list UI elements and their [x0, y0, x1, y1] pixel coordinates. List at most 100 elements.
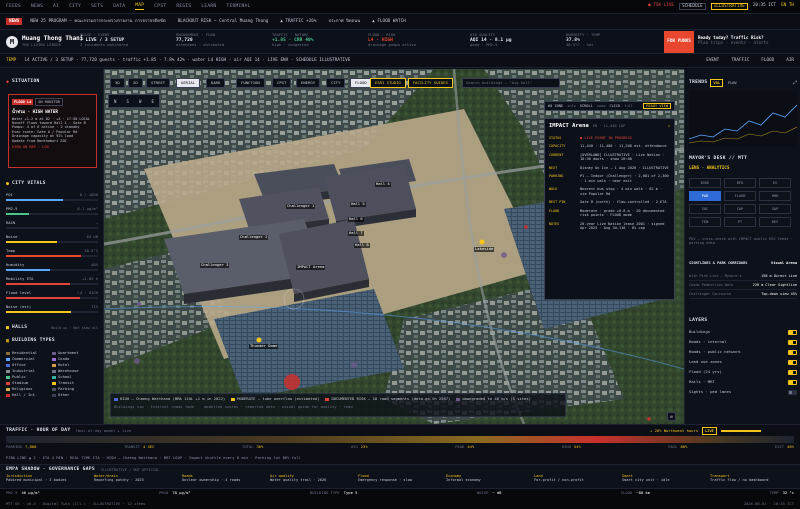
map-layer-function[interactable]: FUNCTION [236, 78, 265, 88]
layer-row[interactable]: Land use zones [689, 357, 797, 367]
trends-tag-flow[interactable]: FLOW [726, 80, 739, 86]
nav-item-city[interactable]: CITY [69, 4, 81, 10]
map-mode-dark[interactable]: DARK [206, 78, 226, 88]
hall-label-7[interactable]: Hall 7 [348, 230, 364, 236]
settings-icon[interactable]: ⚙ [667, 412, 676, 421]
map-layer-energy[interactable]: ENERGY [296, 78, 321, 88]
nav-item-news[interactable]: NEWS [31, 4, 43, 10]
legend-item[interactable]: MODERATE — tube overflow (estimated) [231, 396, 319, 402]
lens-button-hhh[interactable]: HHH [759, 191, 791, 201]
language-toggle[interactable]: EN TH [781, 3, 794, 10]
expand-icon[interactable]: ⤢ [793, 80, 797, 86]
gap-item[interactable]: Jurisdiction Pakkred municipal · 3 bodies [6, 474, 90, 483]
nav-item-data[interactable]: DATA [113, 4, 125, 10]
nav-item-sets[interactable]: SETS [91, 4, 103, 10]
lens-button-pt[interactable]: PT [724, 217, 756, 227]
map-layer-flood[interactable]: FLOOD [350, 78, 372, 88]
layer-toggle[interactable] [788, 359, 797, 365]
nav-item-learn[interactable]: LEARN [201, 4, 216, 10]
gap-item[interactable]: Economy Informal economy [446, 474, 530, 483]
compass-e[interactable]: E [152, 99, 154, 104]
mode-tab-event[interactable]: EVENT [706, 58, 719, 63]
map-search[interactable]: Search buildings — "big hall" [462, 78, 560, 88]
lens-button-flood[interactable]: FLOOD [724, 191, 756, 201]
gap-item[interactable]: Flood Emergency response · slow [358, 474, 442, 483]
mode-tab-flood[interactable]: FLOOD [761, 58, 774, 63]
mode-tab-traffic[interactable]: TRAFFIC [731, 58, 749, 63]
hall-label-4[interactable]: Hall 4 [375, 181, 391, 187]
compass-controls[interactable]: NSWE [108, 94, 160, 108]
map-mode-3d[interactable]: 3D [110, 78, 125, 88]
lens-button-bike[interactable]: BIKE [689, 178, 721, 188]
layer-row[interactable]: Roads · internal [689, 337, 797, 347]
alert-link[interactable]: VIEW ON MAP · LOG [12, 145, 93, 149]
ticker-item[interactable]: NEW 25 PROGRAM — คณะกรรมการกระทรวงรายงาน… [30, 19, 165, 24]
flood-alert-card[interactable]: FLOOD L4 ON MONITOR น้ำท่วม · HIGH WATER… [8, 94, 97, 168]
for-punks-button[interactable]: FOR PUNKS [664, 31, 694, 53]
halls-header[interactable]: ■ HALLS Build-up · Not show all [6, 325, 98, 331]
layer-toggle[interactable] [788, 379, 797, 385]
ticker-item[interactable]: ▲ FLOOD WATCH [372, 19, 406, 24]
legend-item[interactable]: downgraded to 48 m/s (5 sites) [456, 396, 531, 402]
gap-item[interactable]: Air quality Water quality trail · 2026 [270, 474, 354, 483]
compass-w[interactable]: W [139, 99, 141, 104]
schedule-button[interactable]: SCHEDULE [679, 3, 706, 11]
nav-item-regis[interactable]: REGIS [176, 4, 191, 10]
hall-label-c2[interactable]: Challenger 2 [239, 234, 269, 240]
ticker-item[interactable]: ประกาศ ปิดถนน [328, 19, 360, 24]
lens-button-ten[interactable]: TEN [689, 217, 721, 227]
layer-toggle[interactable] [788, 369, 797, 375]
ready-view-button[interactable]: READY VIEW [643, 102, 671, 110]
map-mode-aerial[interactable]: AERIAL [176, 78, 201, 88]
ticker-item[interactable]: ▲ TRAFFIC +26% [280, 19, 316, 24]
trends-tag-vol[interactable]: VOL [710, 79, 723, 88]
city-logo[interactable]: M [6, 36, 18, 48]
compass-s[interactable]: S [127, 99, 129, 104]
mode-tab-air[interactable]: AIR [786, 58, 794, 63]
layer-row[interactable]: Flood (24 yrs) [689, 367, 797, 377]
compass-n[interactable]: N [114, 99, 116, 104]
layer-toggle[interactable] [788, 389, 797, 395]
esri-studio-button[interactable]: ESRI STUDIO [370, 78, 406, 88]
traffic-heatbar[interactable] [6, 436, 794, 443]
nav-item-feeds[interactable]: FEEDS [6, 4, 21, 10]
hall-label-8[interactable]: Hall 8 [354, 242, 370, 248]
gap-item[interactable]: Water/drain Reporting patchy · 2025 [94, 474, 178, 483]
lens-button-dev[interactable]: DEV [759, 217, 791, 227]
layer-toggle[interactable] [788, 339, 797, 345]
gap-item[interactable]: Land For-profit / non-profit [534, 474, 618, 483]
search-input[interactable]: Search buildings — "big hall" [466, 80, 532, 86]
layer-row[interactable]: Buildings [689, 327, 797, 337]
lens-button-ev[interactable]: EV [759, 178, 791, 188]
layer-toggle[interactable] [788, 349, 797, 355]
hall-label-arena[interactable]: IMPACT Arena [296, 264, 326, 270]
traffic-live-badge[interactable]: LIVE [702, 427, 717, 436]
nav-item-cpst[interactable]: CPST [154, 4, 166, 10]
layer-row[interactable]: Rails · MRT [689, 377, 797, 387]
map-mode-street[interactable]: STREET [146, 78, 171, 88]
layer-toggle[interactable] [788, 329, 797, 335]
facility-guides-button[interactable]: FACILITY GUIDES [407, 78, 453, 88]
lens-button-soc[interactable]: SOC [689, 204, 721, 214]
gap-item[interactable]: Roads Unclear ownership · 4 roads [182, 474, 266, 483]
hall-label-lake[interactable]: Lakeside [474, 246, 495, 252]
hall-label-dome[interactable]: Thunder Dome [249, 343, 279, 349]
hall-label-6[interactable]: Hall 6 [348, 216, 364, 222]
gap-item[interactable]: Smart Smart city unit · idle [622, 474, 706, 483]
hall-label-c1[interactable]: Challenger 1 [286, 203, 316, 209]
lens-button-rfd[interactable]: RFD [724, 178, 756, 188]
gap-item[interactable]: Transport Traffic flow / no dashboard [710, 474, 794, 483]
map-mode-2d[interactable]: 2D [128, 78, 143, 88]
lens-button-gap[interactable]: GAP [759, 204, 791, 214]
lens-button-par[interactable]: PAR [689, 191, 721, 201]
hall-label-c3[interactable]: Challenger 3 [200, 262, 230, 268]
close-icon[interactable]: ✕ [668, 124, 670, 128]
time-slider[interactable] [720, 430, 761, 433]
nav-item-ai[interactable]: AI [53, 4, 59, 10]
lens-button-cap[interactable]: CAP [724, 204, 756, 214]
layer-row[interactable]: Sights · ped lanes [689, 387, 797, 397]
legend-item[interactable]: HIGH — Chaeng Watthana (BMA 110L +1 m in… [114, 396, 225, 402]
map-layer-city[interactable]: CITY [326, 78, 346, 88]
ready-block[interactable]: Ready today? Traffic Risk? Plan trips · … [698, 35, 769, 46]
layer-row[interactable]: Roads · public network [689, 347, 797, 357]
